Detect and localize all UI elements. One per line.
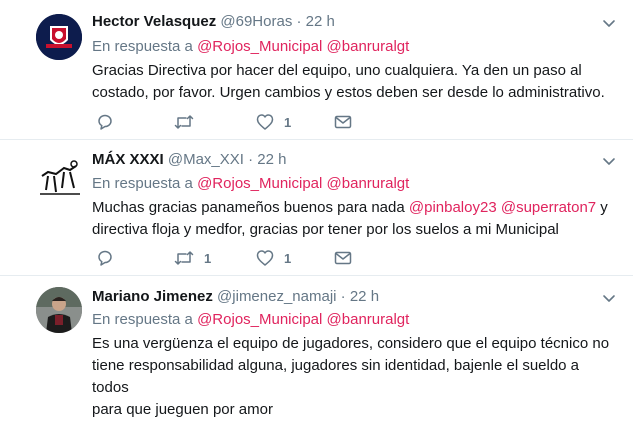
reply-prefix: En respuesta a bbox=[92, 311, 193, 328]
avatar[interactable] bbox=[36, 287, 82, 333]
tweet[interactable]: MÁX XXXI @Max_XXI · 22 h En respuesta a … bbox=[0, 140, 633, 275]
user-handle[interactable]: @Max_XXI bbox=[168, 151, 244, 168]
tweet-header: Mariano Jimenez @jimenez_namaji · 22 h bbox=[92, 288, 379, 305]
reply-button[interactable] bbox=[96, 112, 114, 132]
mention-link[interactable]: @Rojos_Municipal bbox=[197, 38, 322, 55]
display-name[interactable]: MÁX XXXI bbox=[92, 151, 164, 168]
tweet-header: Hector Velasquez @69Horas · 22 h bbox=[92, 13, 335, 30]
tweet-text-line: directiva floja y medfor, gracias por te… bbox=[92, 221, 559, 238]
timestamp[interactable]: 22 h bbox=[306, 13, 335, 30]
reply-context: En respuesta a @Rojos_Municipal @banrura… bbox=[92, 311, 409, 328]
like-button[interactable]: 1 bbox=[256, 248, 291, 268]
tweet-text-line: Gracias Directiva por hacer del equipo, … bbox=[92, 62, 582, 79]
mention-link[interactable]: @Rojos_Municipal bbox=[197, 175, 322, 192]
reply-prefix: En respuesta a bbox=[92, 38, 193, 55]
direct-message-button[interactable] bbox=[334, 112, 352, 132]
mention-link[interactable]: @banruralgt bbox=[327, 311, 410, 328]
envelope-icon bbox=[334, 115, 352, 129]
reply-icon bbox=[98, 250, 112, 266]
like-count: 1 bbox=[284, 250, 292, 266]
tweet-text-segment: Muchas gracias panameños buenos para nad… bbox=[92, 199, 409, 216]
reply-button[interactable] bbox=[96, 248, 114, 268]
avatar[interactable] bbox=[36, 14, 82, 60]
tweet-text-line: para que jueguen por amor bbox=[92, 401, 273, 418]
display-name[interactable]: Mariano Jimenez bbox=[92, 288, 213, 305]
timestamp[interactable]: 22 h bbox=[257, 151, 286, 168]
heart-icon bbox=[256, 250, 274, 266]
tweet-text-line: Es una vergüenza el equipo de jugadores,… bbox=[92, 335, 610, 352]
chevron-down-icon[interactable] bbox=[602, 291, 616, 305]
heart-icon bbox=[256, 114, 274, 130]
retweet-icon bbox=[174, 251, 194, 265]
tweet-text-line: costado, por favor. Urgen cambios y esto… bbox=[92, 84, 605, 101]
tweet[interactable]: Hector Velasquez @69Horas · 22 h En resp… bbox=[0, 0, 633, 139]
reply-icon bbox=[98, 114, 112, 130]
tweet-header: MÁX XXXI @Max_XXI · 22 h bbox=[92, 151, 287, 168]
tweet-text-line: tiene responsabilidad alguna, jugadores … bbox=[92, 357, 580, 396]
tweet-text: Gracias Directiva por hacer del equipo, … bbox=[92, 60, 612, 104]
mention-link[interactable]: @Rojos_Municipal bbox=[197, 311, 322, 328]
reply-context: En respuesta a @Rojos_Municipal @banrura… bbox=[92, 175, 409, 192]
display-name[interactable]: Hector Velasquez bbox=[92, 13, 216, 30]
user-handle[interactable]: @69Horas bbox=[220, 13, 292, 30]
tweet-text-segment: y bbox=[596, 199, 608, 216]
like-button[interactable]: 1 bbox=[256, 112, 291, 132]
avatar[interactable] bbox=[36, 154, 82, 200]
user-handle[interactable]: @jimenez_namaji bbox=[217, 288, 336, 305]
timestamp[interactable]: 22 h bbox=[350, 288, 379, 305]
reply-prefix: En respuesta a bbox=[92, 175, 193, 192]
like-count: 1 bbox=[284, 114, 292, 130]
retweet-button[interactable] bbox=[174, 112, 204, 132]
tweet[interactable]: Mariano Jimenez @jimenez_namaji · 22 h E… bbox=[0, 276, 633, 418]
separator-dot: · bbox=[248, 151, 254, 168]
separator-dot: · bbox=[340, 288, 346, 305]
tweet-actions: 1 1 bbox=[96, 248, 366, 268]
separator-dot: · bbox=[296, 13, 302, 30]
tweet-text: Muchas gracias panameños buenos para nad… bbox=[92, 197, 612, 241]
retweet-icon bbox=[174, 115, 194, 129]
mention-link[interactable]: @banruralgt bbox=[327, 38, 410, 55]
envelope-icon bbox=[334, 251, 352, 265]
mention-link[interactable]: @superraton7 bbox=[501, 199, 596, 216]
retweet-count: 1 bbox=[204, 250, 212, 266]
tweet-text: Es una vergüenza el equipo de jugadores,… bbox=[92, 333, 612, 421]
tweet-text-line: Muchas gracias panameños buenos para nad… bbox=[92, 197, 612, 219]
mention-link[interactable]: @banruralgt bbox=[327, 175, 410, 192]
mention-link[interactable]: @pinbaloy23 bbox=[409, 199, 497, 216]
retweet-button[interactable]: 1 bbox=[174, 248, 211, 268]
reply-context: En respuesta a @Rojos_Municipal @banrura… bbox=[92, 38, 409, 55]
tweet-actions: 1 bbox=[96, 112, 366, 132]
direct-message-button[interactable] bbox=[334, 248, 352, 268]
chevron-down-icon[interactable] bbox=[602, 16, 616, 30]
chevron-down-icon[interactable] bbox=[602, 154, 616, 168]
